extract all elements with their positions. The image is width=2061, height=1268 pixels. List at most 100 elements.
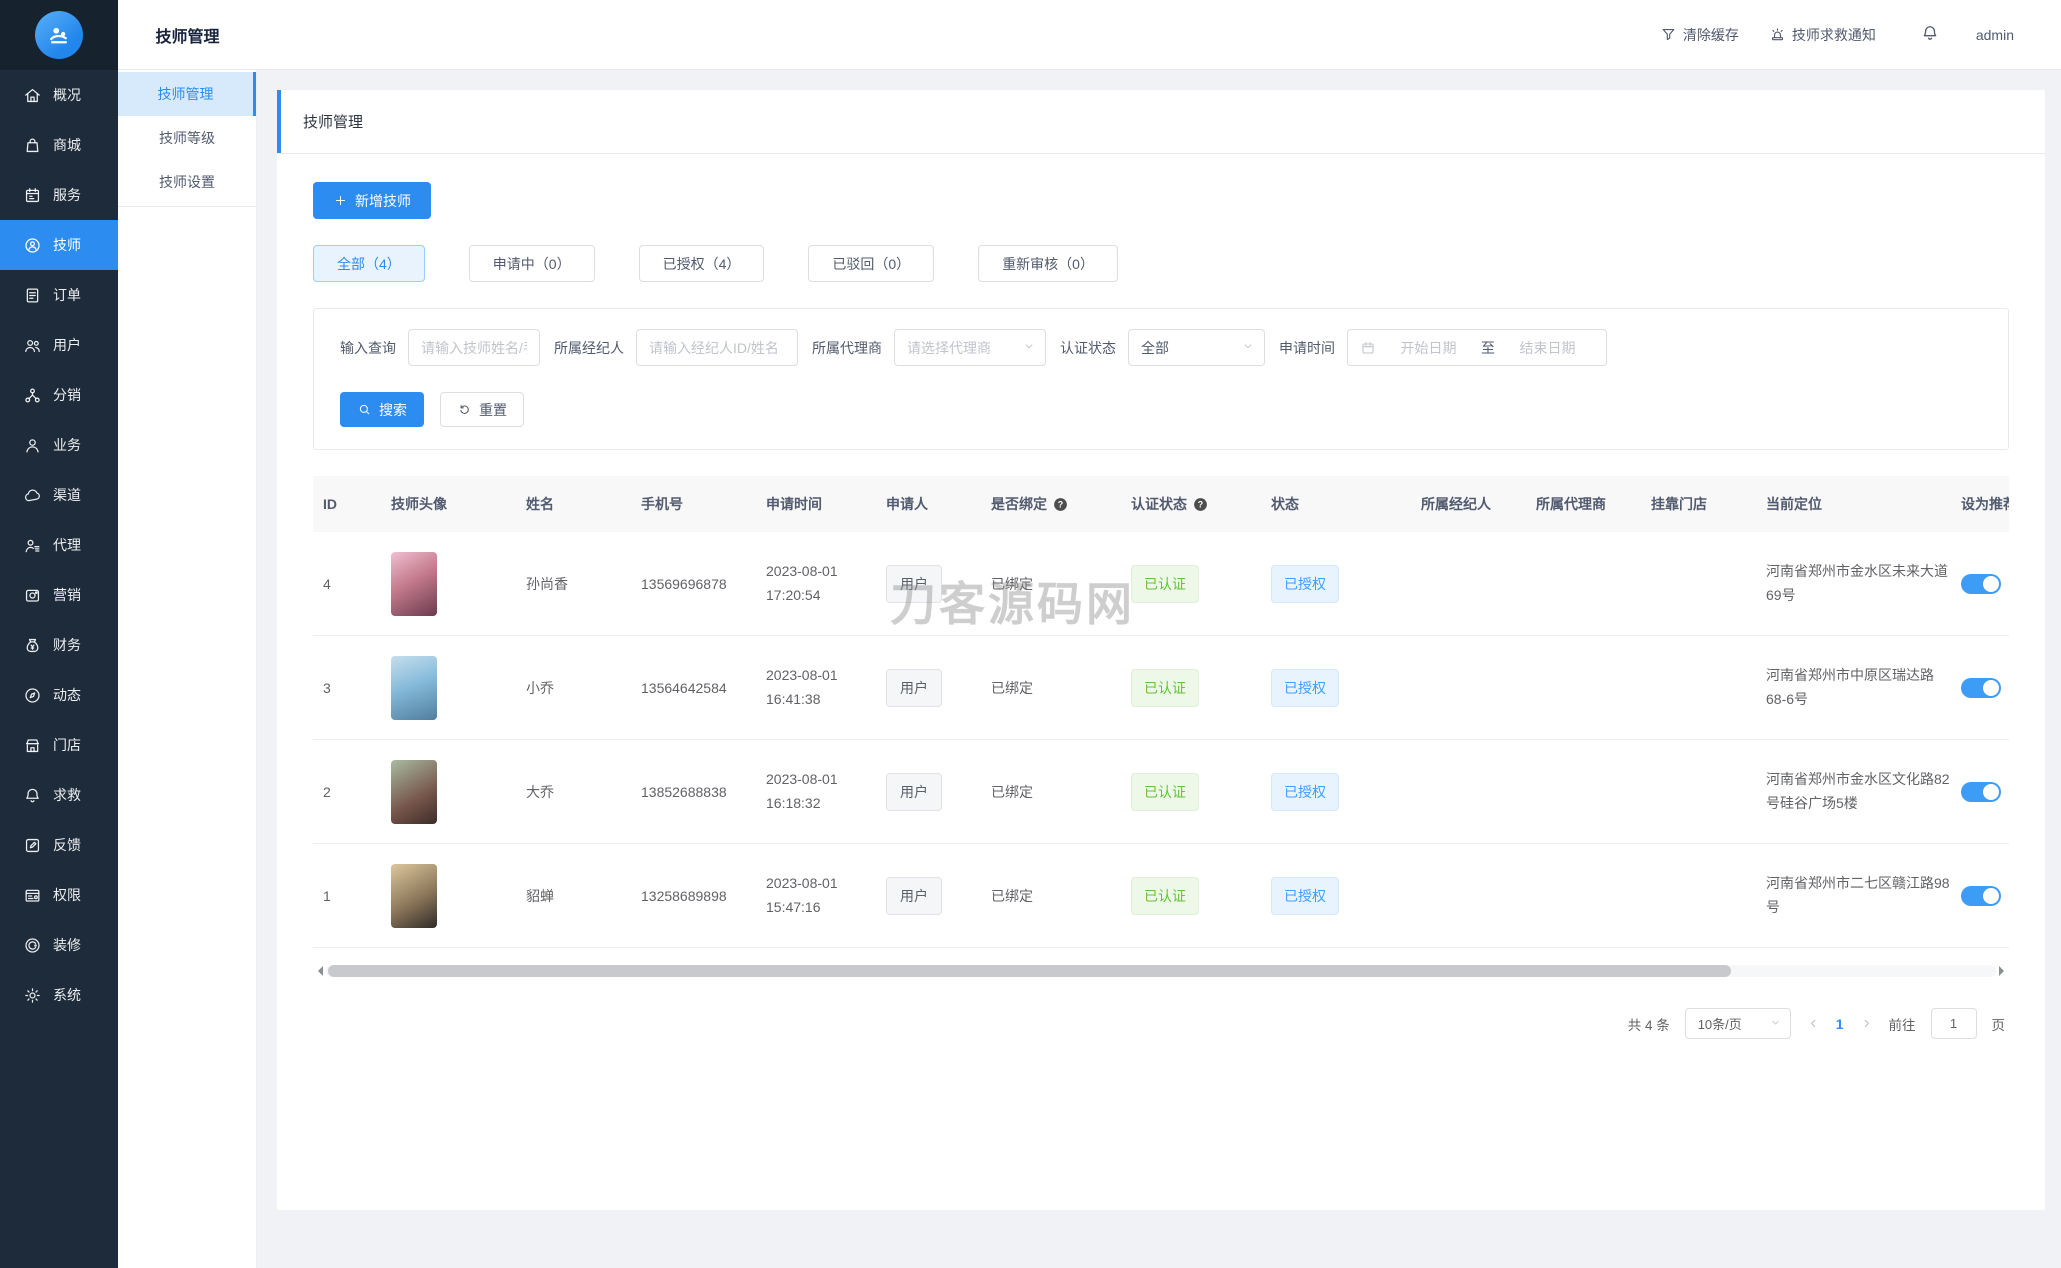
table-body: 4 孙尚香 13569696878 2023-08-01 17:20:54 用户 已绑定 已认… [313,532,2009,948]
logo-icon [50,27,67,44]
sidebar-item-label: 求救 [53,787,81,803]
sidebar-item-agent[interactable]: 代理 [0,520,118,570]
technician-name: 小乔 [526,679,554,696]
page-size-select[interactable]: 10条/页 [1684,1008,1791,1039]
tab-authorized[interactable]: 已授权（4） [638,245,765,282]
main-area: 技师管理 新增技师 全部（4） 申请中（0） 已授权（4） 已驳回（0） 重新审核（0）… [257,70,2061,1268]
next-page-button[interactable] [1859,1016,1874,1031]
horizontal-scrollbar[interactable] [313,964,2009,978]
filter-panel: 输入查询 所属经纪人 所属代理商 请选 [313,308,2009,450]
column-header: 姓名 [526,496,554,512]
tab-label: 申请中（0） [492,255,571,272]
scroll-left-icon[interactable] [313,966,323,976]
sidebar-item-overview[interactable]: 概况 [0,70,118,120]
calendar-icon [1362,341,1374,354]
submenu-item-settings[interactable]: 技师设置 [118,160,256,204]
business-icon [26,438,39,452]
sidebar-item-system[interactable]: 系统 [0,970,118,1020]
table-header: ID 技师头像 姓名 手机号 申请时间 申请人 是否绑定? 认证状态? 状态 所属经纪人 所属代理商… [313,476,2009,532]
user-menu[interactable]: admin [1976,27,2035,43]
sos-notice-button[interactable]: 技师求救通知 [1769,25,1876,45]
svg-text:?: ? [1198,499,1203,509]
technician-avatar[interactable] [391,759,437,824]
location-cell: 河南省郑州市中原区瑞达路68-6号 [1766,667,1934,707]
sidebar-item-feed[interactable]: 动态 [0,670,118,720]
scrollbar-track[interactable] [326,965,1996,977]
technician-phone: 13569696878 [641,575,727,592]
scrollbar-thumb[interactable] [328,965,1731,977]
sidebar-item-store[interactable]: 门店 [0,720,118,770]
clear-cache-button[interactable]: 清除缓存 [1660,25,1739,45]
sidebar-item-distribution[interactable]: 分销 [0,370,118,420]
service-icon [25,187,40,202]
sidebar-item-label: 动态 [53,687,81,703]
sidebar-item-technician[interactable]: 技师 [0,220,118,270]
recommend-toggle[interactable] [1961,677,2001,698]
sidebar-item-channel[interactable]: 渠道 [0,470,118,520]
goto-page-input[interactable] [1930,1008,1977,1039]
notification-bell-icon[interactable] [1920,23,1940,46]
sidebar-item-service[interactable]: 服务 [0,170,118,220]
column-header: 申请人 [886,496,928,512]
home-icon [25,88,40,102]
query-label: 输入查询 [340,339,396,356]
technician-avatar[interactable] [391,551,437,616]
sidebar-item-business[interactable]: 业务 [0,420,118,470]
sidebar-item-label: 系统 [53,987,81,1003]
submenu-item-manage[interactable]: 技师管理 [118,72,256,116]
tab-rejected[interactable]: 已驳回（0） [808,245,935,282]
sidebar-item-decorate[interactable]: 装修 [0,920,118,970]
app-logo[interactable] [0,0,118,70]
query-input[interactable] [408,329,540,366]
dealer-label: 所属代理商 [812,339,882,356]
search-button[interactable]: 搜索 [340,392,424,427]
agent-input[interactable] [636,329,798,366]
sos-icon [26,788,39,802]
cert-status-select[interactable]: 全部 [1128,329,1265,366]
sidebar-item-user[interactable]: 用户 [0,320,118,370]
date-range-picker[interactable]: 开始日期 至 结束日期 [1347,329,1607,366]
sidebar-item-order[interactable]: 订单 [0,270,118,320]
sidebar-item-mall[interactable]: 商城 [0,120,118,170]
recommend-toggle[interactable] [1961,781,2001,802]
divider [118,206,256,207]
apply-time: 2023-08-01 16:18:32 [766,771,838,811]
cert-label: 认证状态 [1060,339,1116,356]
sidebar-item-label: 反馈 [53,837,81,853]
tab-applying[interactable]: 申请中（0） [468,245,595,282]
page-title: 技师管理 [277,90,2045,154]
user-icon [25,339,40,352]
bound-status: 已绑定 [991,887,1033,904]
page-number-current[interactable]: 1 [1836,1016,1844,1032]
recommend-toggle[interactable] [1961,885,2001,906]
tab-rereview[interactable]: 重新审核（0） [978,245,1118,282]
technician-avatar[interactable] [391,655,437,720]
chevron-down-icon [1241,339,1255,356]
column-header: 设为推荐 [1961,496,2009,512]
sidebar-item-permission[interactable]: 权限 [0,870,118,920]
column-header: ID [323,496,337,512]
recommend-toggle[interactable] [1961,573,2001,594]
reset-button[interactable]: 重置 [440,392,524,427]
add-technician-button[interactable]: 新增技师 [313,182,431,219]
column-header: 是否绑定? [981,494,1121,514]
sidebar-item-marketing[interactable]: 营销 [0,570,118,620]
technician-phone: 13258689898 [641,887,727,904]
submenu-item-level[interactable]: 技师等级 [118,116,256,160]
sidebar-item-label: 装修 [53,937,81,953]
sidebar-item-label: 权限 [53,887,81,903]
sidebar-item-label: 概况 [53,87,81,103]
applicant-tag: 用户 [886,772,942,811]
auth-status-badge: 已授权 [1271,668,1339,707]
dealer-select[interactable]: 请选择代理商 [894,329,1046,366]
apply-time: 2023-08-01 17:20:54 [766,563,838,603]
chevdown-icon [1025,344,1033,349]
scroll-right-icon[interactable] [1999,966,2009,976]
question-icon: ? [1054,497,1067,511]
sidebar-item-finance[interactable]: 财务 [0,620,118,670]
prev-page-button[interactable] [1806,1016,1821,1031]
sidebar-item-sos[interactable]: 求救 [0,770,118,820]
technician-avatar[interactable] [391,863,437,928]
sidebar-item-feedback[interactable]: 反馈 [0,820,118,870]
tab-all[interactable]: 全部（4） [313,245,425,282]
